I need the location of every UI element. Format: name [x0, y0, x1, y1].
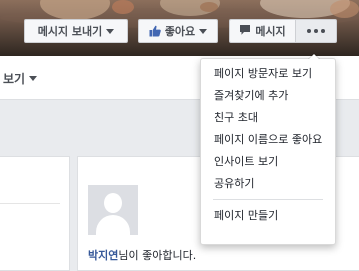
menu-item-like-as-page[interactable]: 페이지 이름으로 좋아요: [201, 129, 335, 151]
message-label: 메시지: [255, 25, 286, 38]
more-dots-icon: [307, 29, 325, 33]
send-message-button[interactable]: 메시지 보내기: [24, 19, 128, 43]
menu-item-create-page[interactable]: 페이지 만들기: [201, 205, 335, 227]
caret-down-icon: [29, 75, 38, 81]
default-avatar-icon[interactable]: [88, 185, 138, 235]
left-column-card: [0, 156, 70, 271]
menu-item-view-insights[interactable]: 인사이트 보기: [201, 151, 335, 173]
caret-down-icon: [199, 28, 208, 34]
menu-divider: [213, 199, 323, 200]
message-button[interactable]: 메시지: [229, 19, 296, 43]
speech-bubble-icon: [239, 24, 251, 39]
tab-more[interactable]: 보기: [3, 56, 38, 100]
more-options-button[interactable]: [295, 19, 337, 43]
like-label: 좋아요: [164, 25, 196, 38]
more-options-menu: 페이지 방문자로 보기 즐겨찾기에 추가 친구 초대 페이지 이름으로 좋아요 …: [200, 53, 336, 245]
liked-suffix: 님이 좋아합니다.: [118, 249, 197, 262]
menu-item-view-as-visitor[interactable]: 페이지 방문자로 보기: [201, 63, 335, 85]
liker-name-link[interactable]: 박지연: [88, 249, 118, 262]
cover-photo: 메시지 보내기 좋아요 메시지: [0, 0, 359, 56]
menu-item-invite-friends[interactable]: 친구 초대: [201, 107, 335, 129]
menu-item-add-to-favorites[interactable]: 즐겨찾기에 추가: [201, 85, 335, 107]
thumbs-up-icon: [149, 25, 161, 37]
liked-by-text: 박지연님이 좋아합니다.: [88, 247, 196, 263]
caret-down-icon: [106, 28, 115, 34]
divider: [0, 203, 60, 204]
menu-item-share[interactable]: 공유하기: [201, 173, 335, 195]
like-button[interactable]: 좋아요: [138, 19, 218, 43]
tab-more-label: 보기: [3, 71, 26, 86]
send-message-label: 메시지 보내기: [37, 25, 103, 38]
